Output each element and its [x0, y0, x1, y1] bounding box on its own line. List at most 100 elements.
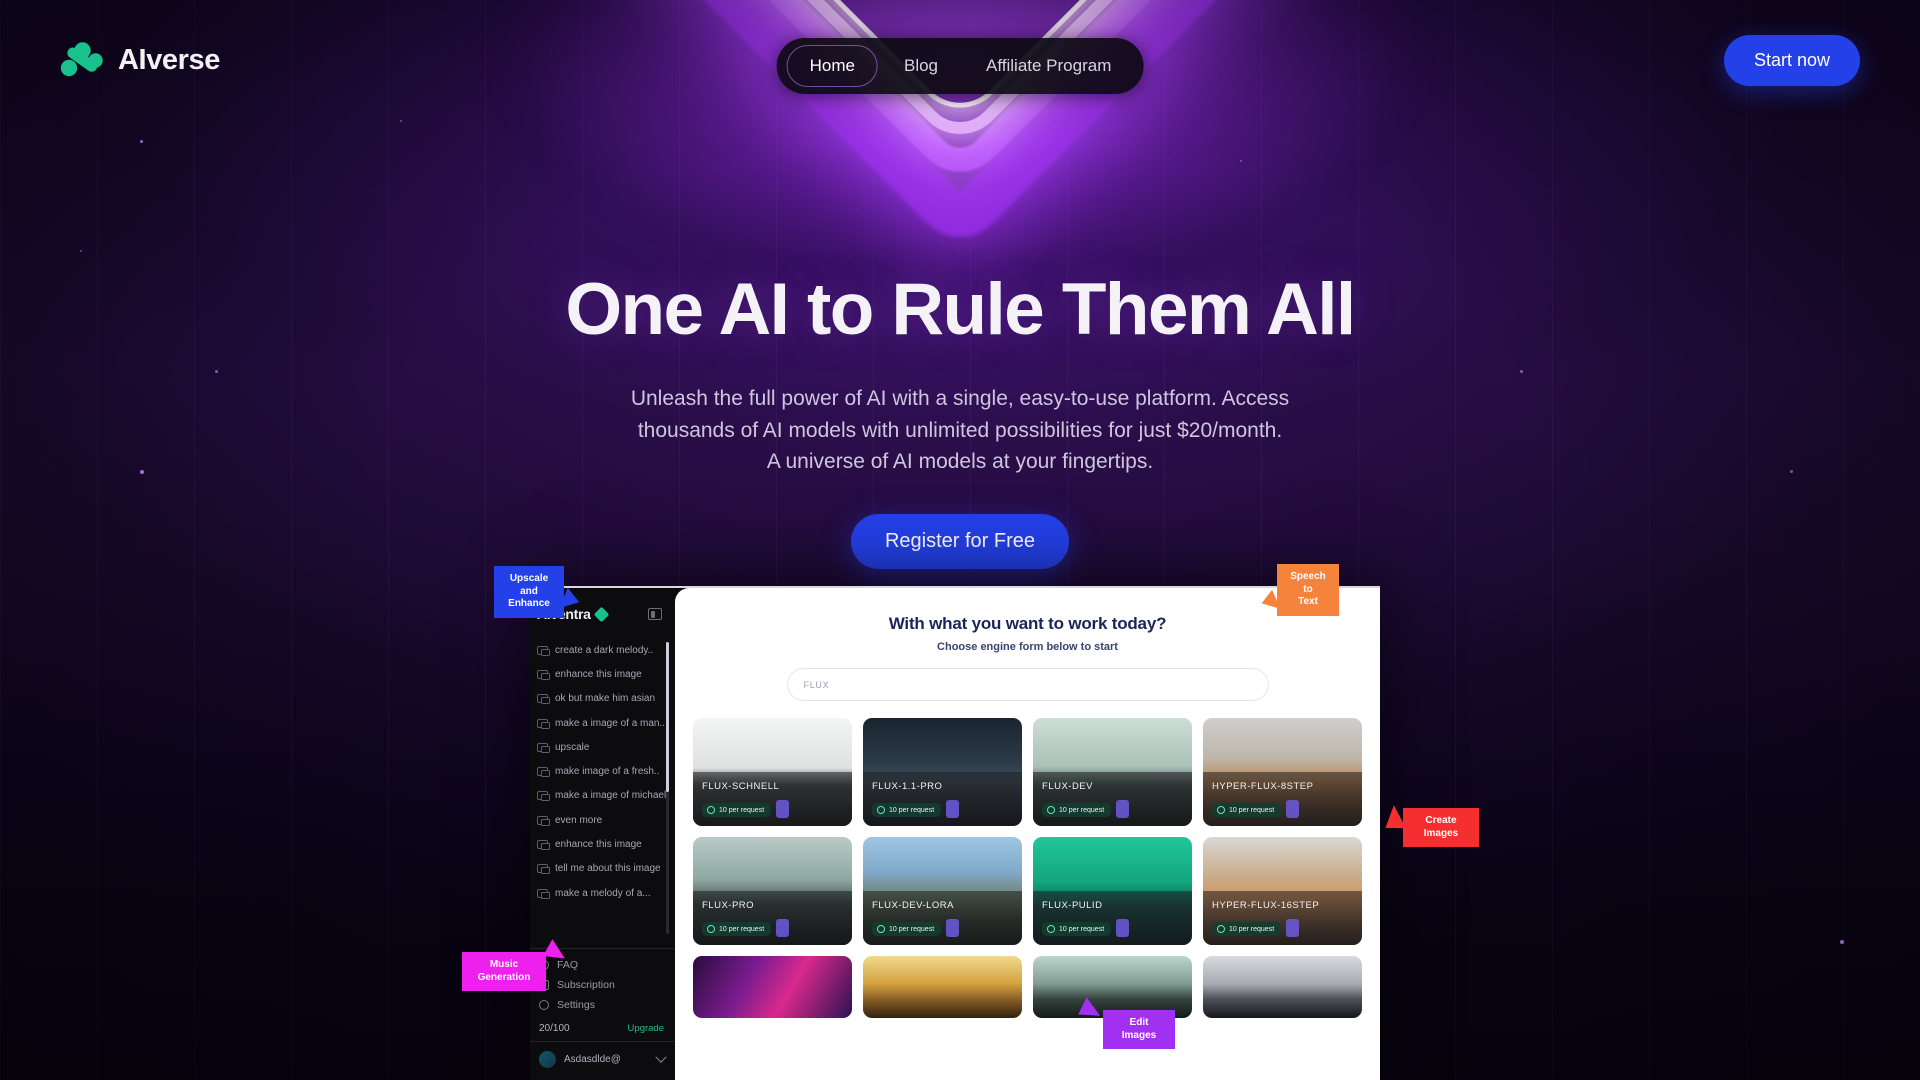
callout-speech-to-text: Speech to Text: [1277, 564, 1339, 616]
sidebar-item-subscription[interactable]: Subscription: [530, 975, 675, 995]
credits-row: 20/100 Upgrade: [530, 1015, 675, 1041]
chat-bubble-icon: [537, 840, 550, 851]
model-name: FLUX-DEV: [1042, 781, 1093, 792]
user-name: Asdasdlde@: [564, 1054, 621, 1065]
provider-chip-icon: [946, 919, 959, 937]
cost-badge: 10 per request: [872, 803, 942, 817]
upgrade-link[interactable]: Upgrade: [628, 1023, 664, 1034]
model-card[interactable]: [1033, 956, 1192, 1018]
model-card[interactable]: HYPER-FLUX-16STEP 10 per request: [1203, 837, 1362, 945]
list-item[interactable]: enhance this image: [537, 662, 675, 686]
model-card[interactable]: FLUX-SCHNELL 10 per request: [693, 718, 852, 826]
cost-badge: 10 per request: [1042, 922, 1112, 936]
model-name: HYPER-FLUX-8STEP: [1212, 781, 1314, 792]
cost-label: 10 per request: [1059, 925, 1105, 933]
provider-chip-icon: [1116, 800, 1129, 818]
chat-label: tell me about this image: [555, 863, 661, 875]
list-item[interactable]: enhance this image: [537, 832, 675, 856]
cost-label: 10 per request: [719, 925, 765, 933]
cost-label: 10 per request: [1059, 806, 1105, 814]
brand-name: AIverse: [118, 43, 220, 76]
model-preview-image: [1203, 956, 1362, 1018]
callout-edit-images: Edit Images: [1103, 1010, 1175, 1049]
list-item[interactable]: make a image of a man..: [537, 711, 675, 735]
model-name: HYPER-FLUX-16STEP: [1212, 900, 1320, 911]
cost-badge: 10 per request: [702, 803, 772, 817]
chat-label: make a image of michael: [555, 790, 667, 802]
coin-icon: [1047, 806, 1055, 814]
model-card[interactable]: FLUX-PRO 10 per request: [693, 837, 852, 945]
coin-icon: [1047, 925, 1055, 933]
cost-label: 10 per request: [889, 925, 935, 933]
model-card-grid: FLUX-SCHNELL 10 per request FLUX-1.1-PRO…: [693, 718, 1362, 1018]
cost-badge: 10 per request: [702, 922, 772, 936]
gear-icon: [539, 1000, 549, 1010]
diamond-icon: [593, 606, 609, 622]
model-name: FLUX-PRO: [702, 900, 755, 911]
chat-bubble-icon: [537, 694, 550, 705]
list-item[interactable]: upscale: [537, 735, 675, 759]
coin-icon: [877, 925, 885, 933]
search-input[interactable]: FLUX: [786, 668, 1269, 701]
nav-item-affiliate-program[interactable]: Affiliate Program: [964, 46, 1133, 86]
hero-subtitle: Unleash the full power of AI with a sing…: [630, 386, 1290, 474]
coin-icon: [707, 806, 715, 814]
list-item[interactable]: create a dark melody..: [537, 638, 675, 662]
model-card[interactable]: [1203, 956, 1362, 1018]
provider-chip-icon: [1286, 919, 1299, 937]
callout-create-images: Create Images: [1403, 808, 1479, 847]
site-header: AIverse Home Blog Affiliate Program Star…: [0, 0, 1920, 120]
app-sidebar: AIventra create a dark melody.. enhance …: [530, 588, 675, 1080]
nav-item-blog[interactable]: Blog: [882, 46, 960, 86]
hero-title: One AI to Rule Them All: [565, 269, 1356, 350]
list-item[interactable]: tell me about this image: [537, 857, 675, 881]
model-card[interactable]: [863, 956, 1022, 1018]
model-card[interactable]: [693, 956, 852, 1018]
model-name: FLUX-DEV-LORA: [872, 900, 954, 911]
sidebar-item-settings[interactable]: Settings: [530, 995, 675, 1015]
register-for-free-button[interactable]: Register for Free: [850, 514, 1070, 570]
provider-chip-icon: [946, 800, 959, 818]
chevron-down-icon[interactable]: [655, 1051, 667, 1063]
model-name: FLUX-1.1-PRO: [872, 781, 943, 792]
model-preview-image: [693, 956, 852, 1018]
provider-chip-icon: [776, 919, 789, 937]
coin-icon: [877, 806, 885, 814]
chat-label: ok but make him asian: [555, 693, 656, 705]
start-now-button[interactable]: Start now: [1723, 34, 1860, 86]
chat-bubble-icon: [537, 767, 550, 778]
main-nav: Home Blog Affiliate Program: [776, 38, 1144, 94]
model-card[interactable]: HYPER-FLUX-8STEP 10 per request: [1203, 718, 1362, 826]
chat-bubble-icon: [537, 815, 550, 826]
model-name: FLUX-PULID: [1042, 900, 1103, 911]
cost-badge: 10 per request: [1042, 803, 1112, 817]
coin-icon: [1217, 806, 1225, 814]
model-preview-image: [863, 956, 1022, 1018]
list-item[interactable]: make a image of michael: [537, 784, 675, 808]
cost-label: 10 per request: [1229, 806, 1275, 814]
callout-upscale-and-enhance: Upscale and Enhance: [494, 566, 564, 618]
nav-item-home[interactable]: Home: [786, 45, 878, 87]
user-account-row[interactable]: Asdasdlde@: [530, 1041, 675, 1080]
cost-badge: 10 per request: [872, 922, 942, 936]
list-item[interactable]: make image of a fresh..: [537, 759, 675, 783]
model-card[interactable]: FLUX-DEV 10 per request: [1033, 718, 1192, 826]
model-card[interactable]: FLUX-1.1-PRO 10 per request: [863, 718, 1022, 826]
search-input-value: FLUX: [803, 679, 830, 690]
model-preview-image: [1033, 956, 1192, 1018]
chat-bubble-icon: [537, 742, 550, 753]
panel-collapse-icon[interactable]: [648, 608, 662, 620]
list-item[interactable]: ok but make him asian: [537, 687, 675, 711]
chat-bubble-icon: [537, 888, 550, 899]
model-card[interactable]: FLUX-DEV-LORA 10 per request: [863, 837, 1022, 945]
list-item[interactable]: even more: [537, 808, 675, 832]
list-item[interactable]: make a melody of a...: [537, 881, 675, 905]
page-subtitle: Choose engine form below to start: [937, 641, 1118, 653]
sidebar-scrollbar-thumb[interactable]: [666, 642, 669, 792]
chat-bubble-icon: [537, 645, 550, 656]
brand-logo[interactable]: AIverse: [60, 42, 220, 78]
sidebar-item-label: Settings: [557, 999, 595, 1011]
model-card[interactable]: FLUX-PULID 10 per request: [1033, 837, 1192, 945]
model-name: FLUX-SCHNELL: [702, 781, 780, 792]
provider-chip-icon: [1286, 800, 1299, 818]
